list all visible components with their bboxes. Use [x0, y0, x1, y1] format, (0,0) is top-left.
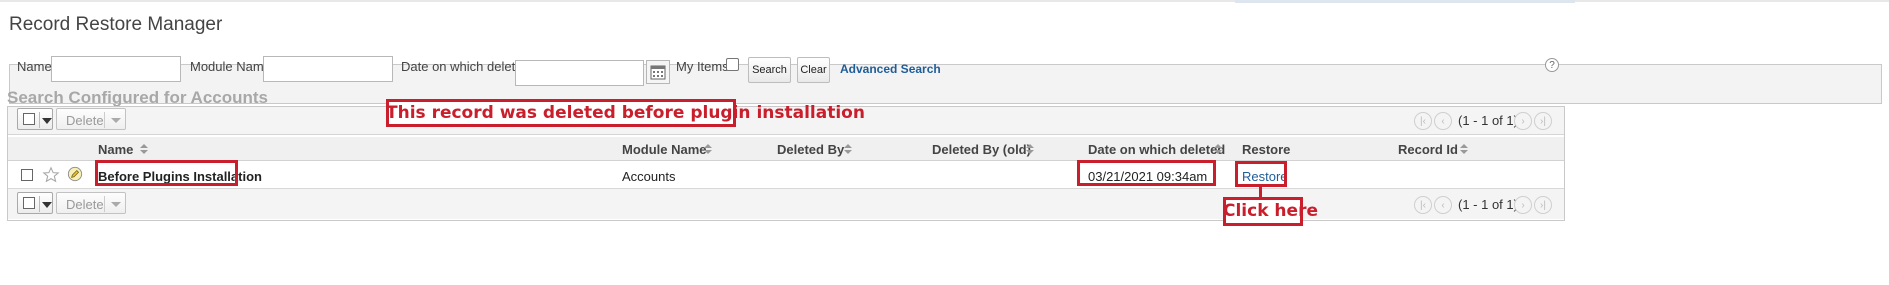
date-deleted-search-input[interactable]	[515, 60, 644, 86]
section-title: Search Configured for Accounts	[7, 88, 269, 107]
search-button[interactable]: Search	[748, 57, 791, 83]
chevron-down-icon	[42, 118, 52, 124]
column-header-deleted-by[interactable]: Deleted By	[777, 142, 844, 157]
column-header-record-id[interactable]: Record Id	[1398, 142, 1458, 157]
select-all-dropdown-bottom[interactable]	[17, 192, 53, 214]
my-items-label: My Items	[676, 59, 729, 74]
delete-divider	[104, 112, 105, 128]
column-header-name[interactable]: Name	[98, 142, 133, 157]
page-title: Record Restore Manager	[9, 14, 223, 35]
sort-icon[interactable]	[703, 144, 713, 156]
next-page-icon-bottom[interactable]: ›	[1514, 196, 1532, 214]
date-deleted-label: Date on which deleted	[401, 59, 530, 74]
chevron-down-icon	[111, 118, 121, 123]
record-name-highlight-box	[95, 160, 238, 186]
column-header-date-deleted[interactable]: Date on which deleted	[1088, 142, 1225, 157]
calendar-icon[interactable]	[646, 60, 670, 84]
advanced-search-link[interactable]: Advanced Search	[840, 62, 941, 76]
chevron-down-icon	[111, 202, 121, 207]
first-page-icon[interactable]: |‹	[1414, 112, 1432, 130]
top-tab-accent	[1235, 0, 1575, 3]
select-divider	[39, 112, 40, 128]
delete-divider-bottom	[104, 196, 105, 212]
next-page-icon[interactable]: ›	[1514, 112, 1532, 130]
bottom-action-bar	[8, 189, 1564, 219]
help-icon[interactable]: ?	[1545, 58, 1559, 72]
star-icon[interactable]	[42, 166, 60, 184]
calendar-icon-graphic	[650, 65, 666, 80]
select-all-dropdown[interactable]	[17, 108, 53, 130]
select-divider-bottom	[39, 196, 40, 212]
chevron-down-icon	[42, 202, 52, 208]
name-search-input[interactable]	[51, 56, 181, 82]
delete-button[interactable]: Delete	[56, 108, 126, 130]
restore-highlight-box	[1235, 161, 1287, 187]
first-page-icon-bottom[interactable]: |‹	[1414, 196, 1432, 214]
previous-page-icon-bottom[interactable]: ‹	[1434, 196, 1452, 214]
delete-button-bottom[interactable]: Delete	[56, 192, 126, 214]
previous-page-icon[interactable]: ‹	[1434, 112, 1452, 130]
pagination-text-top: (1 - 1 of 1)	[1458, 113, 1518, 128]
module-name-label: Module Name	[190, 59, 271, 74]
last-page-icon-bottom[interactable]: ›|	[1534, 196, 1552, 214]
column-header-deleted-by-old[interactable]: Deleted By (old)	[932, 142, 1031, 157]
row-select-checkbox[interactable]	[21, 169, 33, 181]
delete-button-label-bottom: Delete	[66, 197, 104, 212]
edit-icon[interactable]	[67, 166, 83, 182]
clear-button[interactable]: Clear	[797, 57, 830, 83]
name-label: Name	[17, 59, 52, 74]
module-name-search-input[interactable]	[263, 56, 393, 82]
sort-icon[interactable]	[139, 144, 149, 156]
click-here-callout: Click here	[1223, 201, 1318, 221]
sort-icon[interactable]	[1025, 144, 1035, 156]
callout-connector-line	[1259, 187, 1262, 197]
sort-icon[interactable]	[1459, 144, 1469, 156]
record-module-name: Accounts	[622, 169, 676, 184]
select-all-checkbox[interactable]	[23, 113, 35, 125]
column-header-restore: Restore	[1242, 142, 1291, 157]
last-page-icon[interactable]: ›|	[1534, 112, 1552, 130]
sort-icon[interactable]	[843, 144, 853, 156]
top-border-line	[0, 0, 1889, 2]
date-highlight-box	[1077, 160, 1216, 186]
delete-button-label: Delete	[66, 113, 104, 128]
select-all-checkbox-bottom[interactable]	[23, 197, 35, 209]
my-items-checkbox[interactable]	[726, 58, 739, 71]
deleted-note-callout: This record was deleted before plugin in…	[386, 103, 865, 123]
column-header-module-name[interactable]: Module Name	[622, 142, 707, 157]
sort-icon[interactable]	[1213, 144, 1223, 156]
pagination-text-bottom: (1 - 1 of 1)	[1458, 197, 1518, 212]
